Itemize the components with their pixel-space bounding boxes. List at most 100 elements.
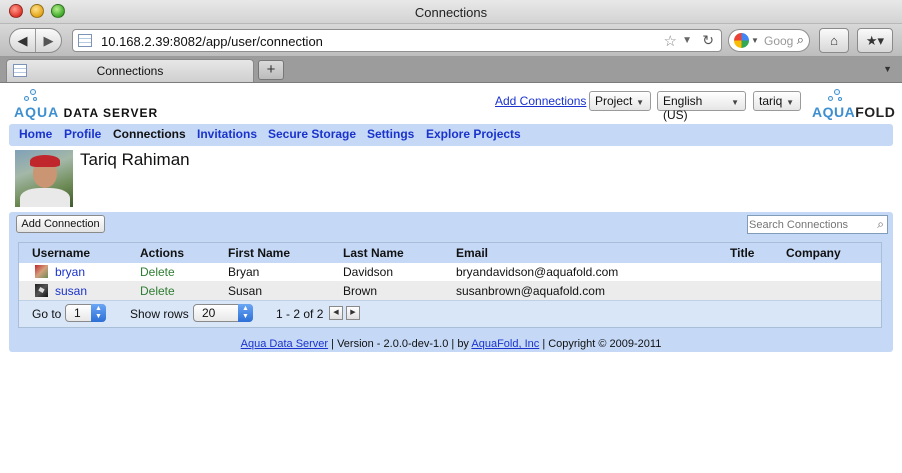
- email-cell: bryandavidson@aquafold.com: [456, 265, 619, 279]
- home-icon: ⌂: [830, 33, 838, 48]
- aqua-data-server-logo: AQUA DATA SERVER: [14, 89, 164, 120]
- avatar: [15, 150, 73, 207]
- rows-per-page-select[interactable]: 20 ▲ ▼: [193, 304, 253, 322]
- aqua-data-server-link[interactable]: Aqua Data Server: [241, 338, 328, 350]
- nav-settings[interactable]: Settings: [367, 127, 414, 141]
- tab-label: Connections: [96, 64, 164, 78]
- connections-table: Username Actions First Name Last Name Em…: [18, 242, 882, 328]
- chevron-left-icon: ◀: [333, 309, 339, 316]
- column-header-username[interactable]: Username: [32, 246, 90, 260]
- search-connections-input[interactable]: [749, 217, 867, 232]
- user-menu-value: tariq: [759, 94, 783, 108]
- search-icon[interactable]: ⌕: [797, 32, 804, 48]
- username-link[interactable]: bryan: [55, 265, 85, 279]
- bookmarks-button[interactable]: ★▾: [857, 28, 893, 53]
- user-menu-select[interactable]: tariq ▼: [753, 91, 801, 111]
- reload-icon[interactable]: ↻: [702, 32, 714, 49]
- window-title: Connections: [414, 5, 488, 20]
- tab-overflow-icon[interactable]: ▼: [883, 64, 892, 74]
- table-header: Username Actions First Name Last Name Em…: [19, 243, 881, 263]
- column-header-first-name[interactable]: First Name: [228, 246, 290, 260]
- logo-text-fold: FOLD: [855, 104, 896, 120]
- google-icon: [734, 33, 749, 48]
- page-footer: Aqua Data Server | Version - 2.0.0-dev-1…: [9, 337, 893, 352]
- stepper-arrows-icon: ▲ ▼: [91, 304, 106, 322]
- column-header-title[interactable]: Title: [730, 246, 754, 260]
- browser-search-box[interactable]: ▼ Goog ⌕: [728, 29, 810, 52]
- page-range: 1 - 2 of 2: [276, 307, 324, 321]
- stepper-arrows-icon: ▲ ▼: [238, 304, 253, 322]
- nav-profile[interactable]: Profile: [64, 127, 101, 141]
- project-select-value: Project: [595, 94, 633, 108]
- chevron-right-icon: ▶: [350, 309, 356, 316]
- back-button[interactable]: ◀: [10, 29, 36, 52]
- footer-version: | Version - 2.0.0-dev-1.0 | by: [328, 338, 472, 350]
- nav-connections[interactable]: Connections: [113, 127, 186, 141]
- goto-page-value: 1: [74, 306, 81, 320]
- last-name-cell: Davidson: [343, 265, 394, 279]
- goto-label: Go to: [32, 307, 62, 321]
- bookmarks-icon: ★▾: [865, 32, 885, 48]
- next-page-button[interactable]: ▶: [346, 306, 360, 320]
- table-row: susan Delete Susan Brown susanbrown@aqua…: [19, 281, 881, 300]
- rows-per-page-value: 20: [202, 306, 216, 320]
- footer-copyright: | Copyright © 2009-2011: [539, 338, 662, 350]
- nav-secure-storage[interactable]: Secure Storage: [268, 127, 356, 141]
- avatar: [35, 284, 48, 297]
- tab-strip: Connections + ▼: [0, 57, 902, 83]
- add-connection-button[interactable]: Add Connection: [16, 215, 105, 233]
- column-header-company[interactable]: Company: [786, 246, 841, 260]
- username-link[interactable]: susan: [55, 284, 87, 298]
- email-cell: susanbrown@aquafold.com: [456, 284, 605, 298]
- project-select[interactable]: Project ▼: [589, 91, 651, 111]
- chevron-down-icon: ▼: [731, 98, 739, 107]
- back-forward-buttons: ◀ ▶: [9, 28, 62, 53]
- add-connections-link[interactable]: Add Connections: [495, 94, 586, 108]
- table-row: bryan Delete Bryan Davidson bryandavidso…: [19, 262, 881, 281]
- browser-toolbar: ◀ ▶ 10.168.2.39:8082/app/user/connection…: [0, 24, 902, 57]
- address-text[interactable]: 10.168.2.39:8082/app/user/connection: [101, 34, 323, 49]
- page-content: AQUA DATA SERVER Add Connections Project…: [0, 83, 902, 473]
- previous-page-button[interactable]: ◀: [329, 306, 343, 320]
- column-header-email[interactable]: Email: [456, 246, 488, 260]
- column-header-actions[interactable]: Actions: [140, 246, 184, 260]
- search-engine-dropdown-icon[interactable]: ▼: [751, 36, 759, 45]
- profile-name: Tariq Rahiman: [80, 150, 190, 169]
- avatar: [35, 265, 48, 278]
- logo-text-data-server: DATA SERVER: [63, 106, 159, 120]
- nav-explore-projects[interactable]: Explore Projects: [426, 127, 521, 141]
- nav-invitations[interactable]: Invitations: [197, 127, 257, 141]
- first-name-cell: Susan: [228, 284, 263, 298]
- delete-link[interactable]: Delete: [140, 265, 175, 279]
- search-icon[interactable]: ⌕: [877, 217, 884, 232]
- address-bar[interactable]: 10.168.2.39:8082/app/user/connection ☆ ▼…: [72, 29, 722, 52]
- history-dropdown-icon[interactable]: ▼: [682, 35, 692, 46]
- connections-panel: Add Connection ⌕ Username Actions First …: [9, 212, 893, 351]
- page-favicon-icon: [78, 34, 92, 47]
- bookmark-star-icon[interactable]: ☆: [664, 32, 677, 50]
- last-name-cell: Brown: [343, 284, 378, 298]
- home-button[interactable]: ⌂: [819, 28, 849, 53]
- aquafold-logo-text: AQUAFOLD: [812, 104, 895, 120]
- show-rows-label: Show rows: [130, 307, 189, 321]
- delete-link[interactable]: Delete: [140, 284, 175, 298]
- nav-home[interactable]: Home: [19, 127, 52, 141]
- new-tab-button[interactable]: +: [258, 60, 284, 80]
- search-connections-box[interactable]: ⌕: [747, 215, 888, 234]
- main-navigation: Home Profile Connections Invitations Sec…: [9, 124, 893, 146]
- language-select[interactable]: English (US) ▼: [657, 91, 746, 122]
- chevron-down-icon: ▼: [786, 98, 794, 107]
- column-header-last-name[interactable]: Last Name: [343, 246, 404, 260]
- logo-text-aqua: AQUA: [14, 104, 60, 120]
- goto-page-select[interactable]: 1 ▲ ▼: [65, 304, 106, 322]
- window-titlebar: Connections: [0, 0, 902, 24]
- forward-button[interactable]: ▶: [36, 29, 61, 52]
- chevron-down-icon: ▼: [636, 98, 644, 107]
- logo-text: AQUA DATA SERVER: [14, 104, 158, 120]
- tab-connections[interactable]: Connections: [6, 59, 254, 82]
- logo-text-aqua: AQUA: [812, 104, 856, 120]
- aquafold-logo: AQUAFOLD: [812, 89, 895, 120]
- table-pager: Go to 1 ▲ ▼ Show rows 20 ▲ ▼ 1 - 2 of 2 ◀ …: [19, 300, 881, 327]
- first-name-cell: Bryan: [228, 265, 260, 279]
- aquafold-link[interactable]: AquaFold, Inc: [471, 338, 539, 350]
